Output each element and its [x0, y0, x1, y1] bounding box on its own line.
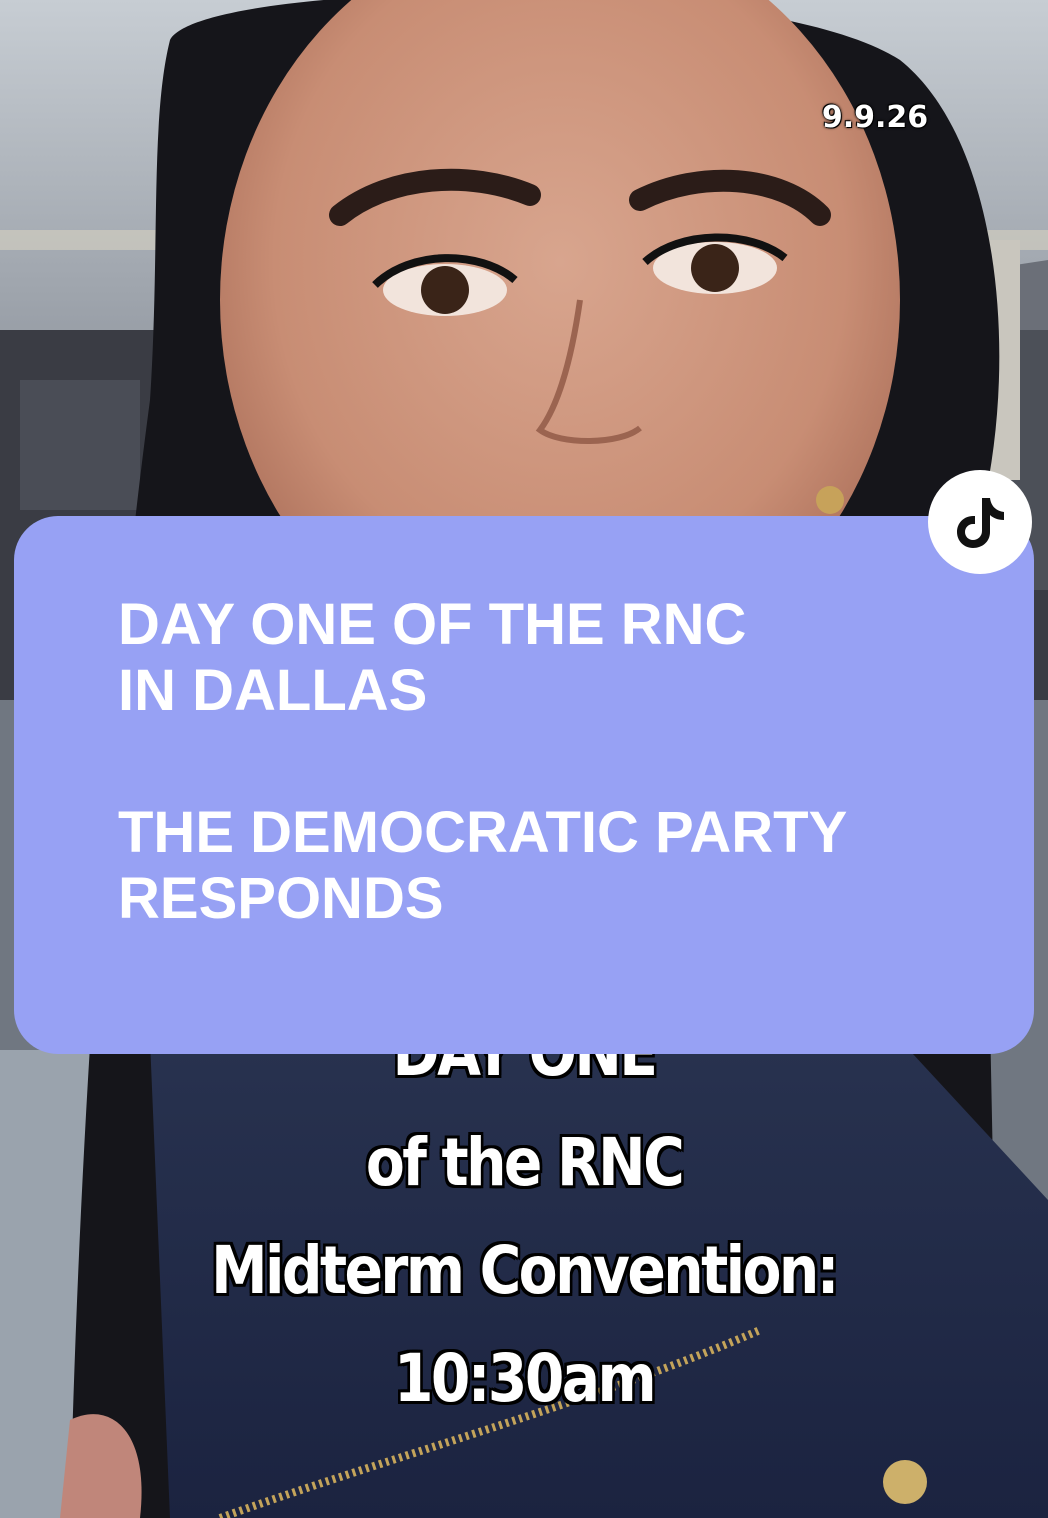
banner-line-2: IN DALLAS: [118, 658, 428, 723]
caption-line-2: of the RNC: [365, 1124, 685, 1201]
banner-line-3: THE DEMOCRATIC PARTY: [118, 800, 848, 865]
headline-banner: DAY ONE OF THE RNC IN DALLAS THE DEMOCRA…: [14, 516, 1034, 1054]
caption-line-3: Midterm Convention:: [211, 1232, 839, 1309]
tiktok-note-icon: [957, 498, 1004, 548]
tiktok-logo-icon[interactable]: [928, 470, 1032, 574]
banner-line-4: RESPONDS: [118, 866, 444, 931]
date-stamp: 9.9.26: [821, 100, 929, 135]
banner-spacer: [118, 724, 1034, 800]
banner-line-1: DAY ONE OF THE RNC: [118, 592, 747, 657]
caption-line-4: 10:30am: [393, 1340, 657, 1417]
